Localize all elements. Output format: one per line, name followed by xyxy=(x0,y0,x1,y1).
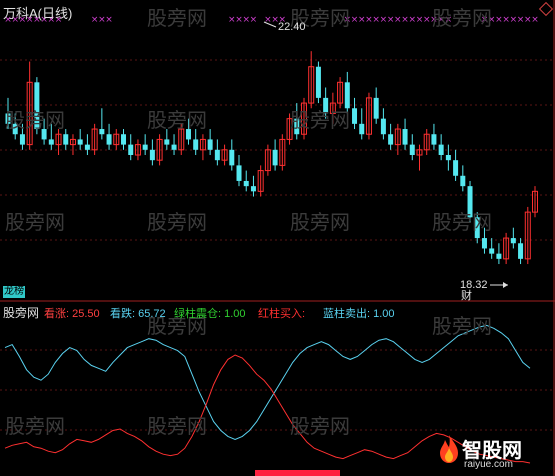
candle-body xyxy=(164,139,170,145)
candle-body xyxy=(510,238,516,244)
candle-body xyxy=(243,180,249,187)
candle-body xyxy=(496,253,502,259)
candle-body xyxy=(185,129,191,140)
blue-label: 蓝柱卖出: xyxy=(323,308,371,320)
trough-arrowhead xyxy=(503,282,508,288)
bear-label: 看跌: xyxy=(110,308,136,320)
candle-body xyxy=(128,144,134,155)
candle-body xyxy=(149,149,155,161)
candle-body xyxy=(460,175,466,187)
candle-body xyxy=(294,118,300,135)
candle-body xyxy=(84,144,90,150)
candle-body xyxy=(236,165,242,181)
candle-body xyxy=(48,139,54,145)
bottom-red-bar xyxy=(255,470,340,476)
green-value: 1.00 xyxy=(224,308,246,320)
candle-body xyxy=(315,66,321,98)
candle-body xyxy=(272,149,278,166)
chart-stage: × × × × × × × × × × × × × × × × × × × × × × × × × × × × × × × × × × × × × × × ×… xyxy=(0,0,555,476)
candle-body xyxy=(402,129,408,145)
bull-label: 看涨: xyxy=(44,308,70,320)
candle-body xyxy=(121,134,127,145)
candle-body xyxy=(431,134,437,145)
candle-body xyxy=(489,248,495,254)
flame-icon xyxy=(438,434,460,464)
candle-body xyxy=(380,118,386,135)
price-chart: × × × × × × × × × × × × × × × × × × × × × × × × × × × × × × × × × × × × × × × ×… xyxy=(0,0,555,476)
candle-body xyxy=(19,134,25,145)
candle-body xyxy=(171,144,177,150)
candle-body xyxy=(373,97,379,119)
badge-top: 龙榜 xyxy=(3,286,25,298)
mark-x-icon: × xyxy=(250,15,258,25)
candle-body xyxy=(41,129,47,140)
bull-value: 25.50 xyxy=(72,308,100,320)
red-label: 红柱买入: xyxy=(258,308,306,320)
peak-price-label: 22.40 xyxy=(278,21,306,33)
green-label: 绿柱震仓: xyxy=(174,308,222,320)
candle-body xyxy=(99,129,105,135)
bear-value: 65.72 xyxy=(138,308,166,320)
indicator-bull: 看涨: 25.50 xyxy=(44,305,100,321)
candle-body xyxy=(34,82,40,130)
bear-line xyxy=(4,324,531,440)
candle-body xyxy=(359,123,365,135)
candle-body xyxy=(388,134,394,145)
candle-body xyxy=(77,139,83,145)
blue-value: 1.00 xyxy=(373,308,395,320)
candle-body xyxy=(142,144,148,150)
indicator-red: 红柱买入: xyxy=(258,305,305,321)
mark-x-icon: × xyxy=(445,15,453,25)
candle-body xyxy=(438,144,444,155)
candle-body xyxy=(445,155,451,161)
candle-body xyxy=(12,123,18,135)
candle-body xyxy=(453,160,459,176)
candle-body xyxy=(207,139,213,150)
mark-x-icon: × xyxy=(531,15,539,25)
candle-body xyxy=(193,139,199,150)
badge-cai: 财 xyxy=(461,290,472,302)
candle-body xyxy=(474,217,480,239)
candle-body xyxy=(518,243,524,259)
candle-body xyxy=(229,149,235,166)
candle-body xyxy=(250,186,256,192)
site-logo: 智股网 raiyue.com xyxy=(438,432,554,474)
indicator-bear: 看跌: 65.72 xyxy=(110,305,166,321)
candle-body xyxy=(106,134,112,145)
candle-body xyxy=(5,113,11,124)
candle-body xyxy=(344,82,350,109)
indicator-green: 绿柱震仓: 1.00 xyxy=(174,305,246,321)
indicator-blue: 蓝柱卖出: 1.00 xyxy=(323,305,395,321)
candle-body xyxy=(214,149,220,161)
candle-body xyxy=(409,144,415,155)
candle-body xyxy=(323,97,329,114)
candle-body xyxy=(481,238,487,249)
indicator-name: 股旁网 xyxy=(3,306,40,320)
mark-x-icon: × xyxy=(105,15,113,25)
logo-subtext: raiyue.com xyxy=(464,459,513,470)
candle-body xyxy=(467,186,473,218)
candle-body xyxy=(63,134,69,145)
chart-title: 万科A(日线) xyxy=(3,6,73,21)
candle-body xyxy=(352,108,358,124)
